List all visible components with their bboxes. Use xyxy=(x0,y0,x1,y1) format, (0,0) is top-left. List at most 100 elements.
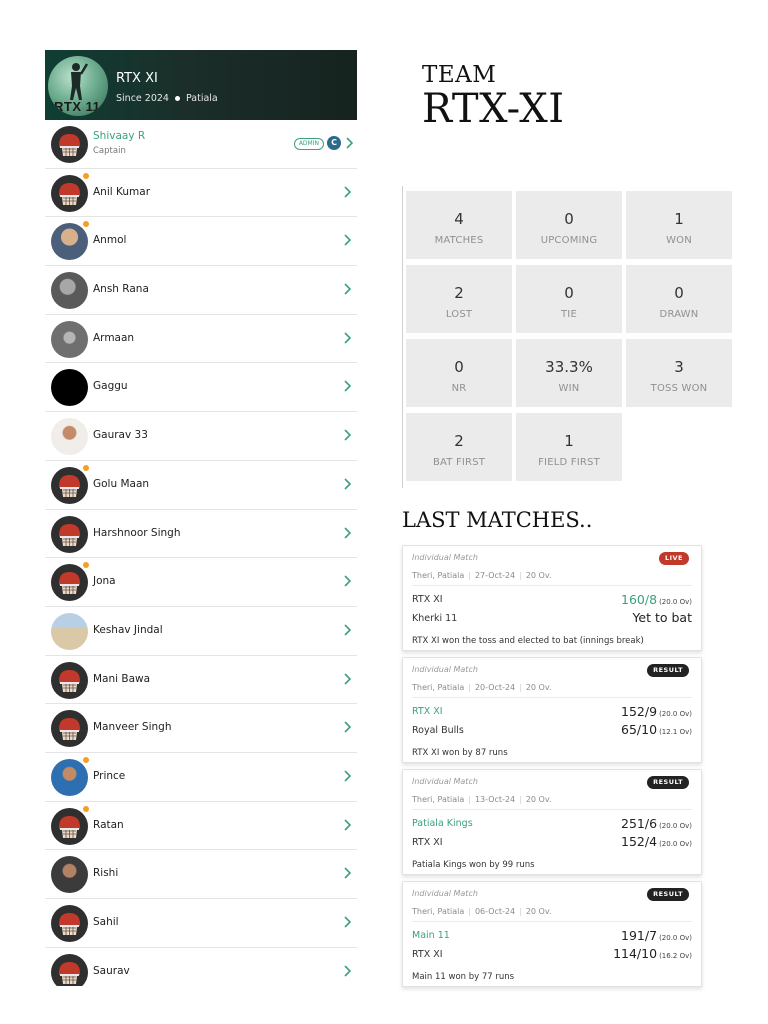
team1-score: 191/7 (20.0 Ov) xyxy=(621,928,692,943)
team-logo-text: RTX 11 xyxy=(54,99,101,114)
player-row[interactable]: Prince xyxy=(45,752,357,802)
match-type: Individual Match xyxy=(412,553,478,562)
avatar xyxy=(51,126,88,163)
match-card[interactable]: Individual Match LIVE Theri, Patiala | 27-Oc… xyxy=(402,545,702,651)
team2-name: RTX XI xyxy=(412,837,443,848)
chevron-right-icon[interactable] xyxy=(343,721,351,733)
chevron-right-icon[interactable] xyxy=(345,137,353,149)
chevron-right-icon[interactable] xyxy=(343,283,351,295)
stat-card: 0 NR xyxy=(406,339,512,407)
stat-value: 0 xyxy=(674,284,684,302)
stat-card: 3 TOSS WON xyxy=(626,339,732,407)
player-row[interactable]: Manveer Singh xyxy=(45,704,357,753)
team-name: RTX XI xyxy=(116,71,158,86)
stat-value: 0 xyxy=(564,210,574,228)
player-row-captain[interactable]: Shivaay R Captain ADMIN C xyxy=(45,120,357,169)
stat-value: 33.3% xyxy=(545,358,593,376)
team1-score: 251/6 (20.0 Ov) xyxy=(621,816,692,831)
match-result: RTX XI won by 87 runs xyxy=(412,748,508,758)
helmet-icon xyxy=(59,718,80,741)
team1-runs: 251/6 xyxy=(621,816,658,831)
team1-score: 160/8 (20.0 Ov) xyxy=(621,592,692,607)
player-row[interactable]: Rishi xyxy=(45,850,357,899)
stat-label: NR xyxy=(451,383,467,394)
stat-label: MATCHES xyxy=(434,235,484,246)
stat-card: 2 LOST xyxy=(406,265,512,333)
chevron-right-icon[interactable] xyxy=(343,867,351,879)
match-venue: Theri, Patiala xyxy=(412,907,465,916)
chevron-right-icon[interactable] xyxy=(343,186,351,198)
team1-name: RTX XI xyxy=(412,706,443,717)
team2-name: Kherki 11 xyxy=(412,613,458,624)
player-name: Ansh Rana xyxy=(93,283,149,296)
team1-runs: 160/8 xyxy=(621,592,658,607)
chevron-right-icon[interactable] xyxy=(343,819,351,831)
player-row[interactable]: Sahil xyxy=(45,899,357,948)
stat-card: 1 FIELD FIRST xyxy=(516,413,622,481)
last-matches-title: LAST MATCHES.. xyxy=(402,508,593,532)
chevron-right-icon[interactable] xyxy=(343,429,351,441)
match-date: 27-Oct-24 xyxy=(474,571,516,580)
chevron-right-icon[interactable] xyxy=(343,770,351,782)
player-row[interactable]: Anil Kumar xyxy=(45,168,357,218)
player-row[interactable]: Jona xyxy=(45,558,357,607)
player-row[interactable]: Gaggu xyxy=(45,363,357,413)
chevron-right-icon[interactable] xyxy=(343,478,351,490)
avatar xyxy=(51,320,88,358)
batsman-icon xyxy=(70,63,88,100)
player-name: Sahil xyxy=(93,916,119,928)
match-status-badge: RESULT xyxy=(647,776,689,789)
player-row[interactable]: Saurav xyxy=(45,947,357,986)
chevron-right-icon[interactable] xyxy=(343,526,351,539)
separator: | xyxy=(519,683,522,692)
match-overs: 20 Ov. xyxy=(525,907,552,916)
chevron-right-icon[interactable] xyxy=(343,916,351,928)
avatar xyxy=(51,174,88,212)
stat-value: 2 xyxy=(454,284,464,302)
team2-name: Royal Bulls xyxy=(412,725,464,736)
team2-overs: (20.0 Ov) xyxy=(659,840,692,848)
stats-grid: 4 MATCHES 0 UPCOMING 1 WON 2 LOST 0 TIE 0 DRAWN 0 NR 3… xyxy=(406,191,732,481)
match-venue: Theri, Patiala xyxy=(412,795,465,804)
player-row[interactable]: Anmol xyxy=(45,217,357,267)
helmet-icon xyxy=(59,134,80,156)
stat-card: 33.3% WIN xyxy=(516,339,622,407)
team-location: Patiala xyxy=(185,93,218,104)
player-name: Shivaay R xyxy=(93,130,146,142)
avatar xyxy=(51,905,88,942)
player-row[interactable]: Mani Bawa xyxy=(45,655,357,705)
separator: | xyxy=(519,571,522,580)
match-card[interactable]: Individual Match RESULT Theri, Patiala | 06-… xyxy=(402,881,702,987)
match-card[interactable]: Individual Match RESULT Theri, Patiala | 20-… xyxy=(402,657,702,763)
chevron-right-icon[interactable] xyxy=(343,672,351,685)
player-row[interactable]: Harshnoor Singh xyxy=(45,509,357,559)
chevron-right-icon[interactable] xyxy=(343,332,351,344)
player-row[interactable]: Armaan xyxy=(45,314,357,364)
online-status-dot xyxy=(83,562,89,569)
player-row[interactable]: Keshav Jindal xyxy=(45,606,357,656)
divider xyxy=(412,585,692,586)
player-row[interactable]: Golu Maan xyxy=(45,460,357,510)
player-row[interactable]: Ansh Rana xyxy=(45,266,357,315)
chevron-right-icon[interactable] xyxy=(343,380,351,393)
match-card[interactable]: Individual Match RESULT Theri, Patiala | 13-… xyxy=(402,769,702,875)
team-logo: RTX 11 xyxy=(48,56,108,116)
stat-label: LOST xyxy=(445,309,473,320)
separator-dot-icon xyxy=(174,95,180,101)
team2-runs: 152/4 xyxy=(621,834,658,849)
player-row[interactable]: Ratan xyxy=(45,801,357,851)
chevron-right-icon[interactable] xyxy=(343,234,351,246)
player-name: Gaggu xyxy=(93,380,128,393)
chevron-right-icon[interactable] xyxy=(343,965,351,977)
chevron-right-icon[interactable] xyxy=(343,624,351,636)
match-list: Individual Match LIVE Theri, Patiala | 27-Oc… xyxy=(402,545,702,993)
match-status-badge: LIVE xyxy=(658,552,689,565)
stat-value: 1 xyxy=(564,432,574,450)
player-name: Mani Bawa xyxy=(93,672,151,685)
avatar xyxy=(51,515,88,553)
team1-overs: (20.0 Ov) xyxy=(659,822,692,830)
team-roster-panel: RTX 11 RTX XI Since 2024 Patiala Shivaay … xyxy=(45,50,357,986)
team2-score: Yet to bat xyxy=(632,610,692,625)
player-row[interactable]: Gaurav 33 xyxy=(45,412,357,461)
chevron-right-icon[interactable] xyxy=(343,575,351,587)
